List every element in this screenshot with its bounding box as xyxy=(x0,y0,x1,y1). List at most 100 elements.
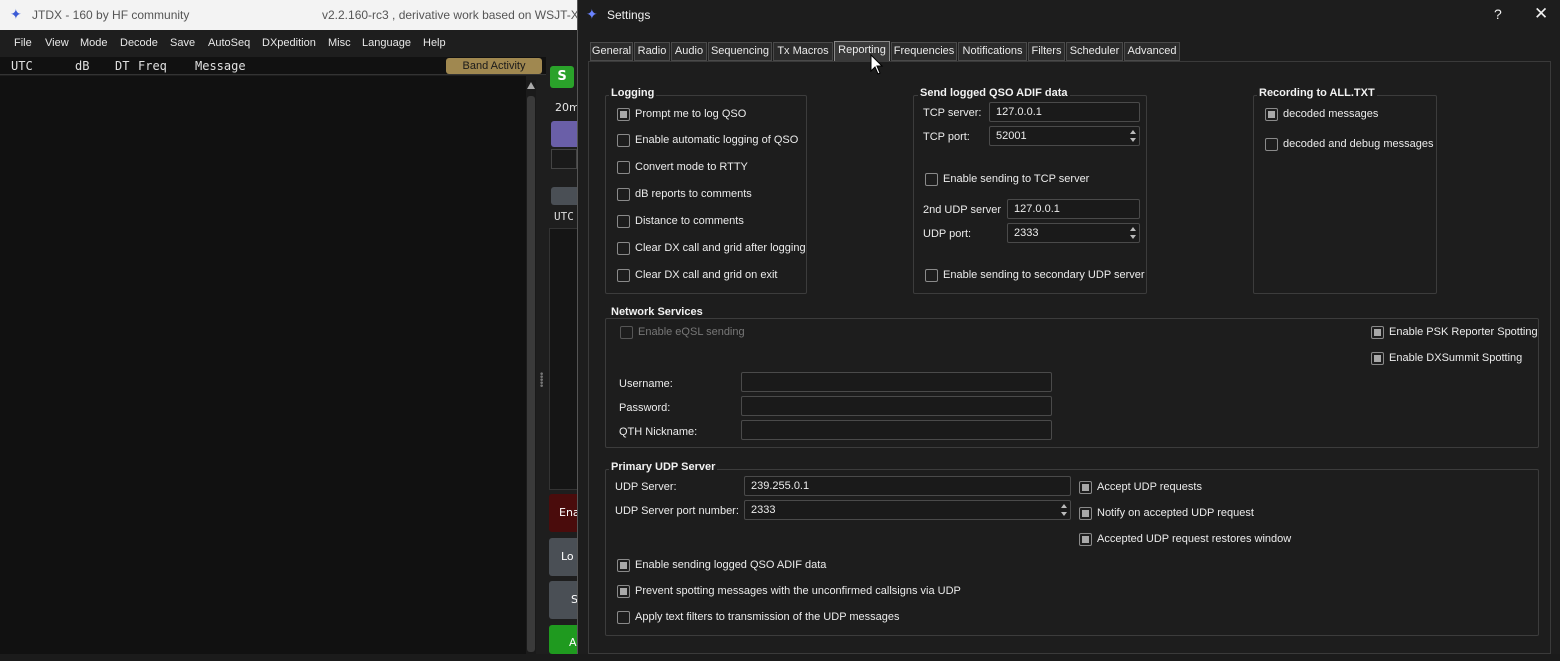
checkbox-box[interactable] xyxy=(925,269,938,282)
col-utc: UTC xyxy=(11,59,33,73)
qth-nickname-input[interactable] xyxy=(741,420,1052,440)
tcp-port-spinbox[interactable]: 52001 xyxy=(989,126,1140,146)
checkbox-box[interactable] xyxy=(617,134,630,147)
menu-file[interactable]: File xyxy=(14,37,32,49)
s-button[interactable]: S xyxy=(550,66,574,88)
username-label: Username: xyxy=(619,378,673,390)
rx-pane-fragment xyxy=(549,228,578,490)
tab-frequencies[interactable]: Frequencies xyxy=(891,42,957,61)
purple-button[interactable] xyxy=(551,121,577,147)
checkbox-box[interactable] xyxy=(617,188,630,201)
sliver-button[interactable] xyxy=(551,187,577,205)
primary-udp-title: Primary UDP Server xyxy=(609,461,718,473)
tab-scheduler[interactable]: Scheduler xyxy=(1066,42,1123,61)
tab-tx-macros[interactable]: Tx Macros xyxy=(773,42,833,61)
help-icon[interactable]: ? xyxy=(1494,6,1502,22)
checkbox-box[interactable] xyxy=(617,215,630,228)
utc-fragment: UTC xyxy=(551,210,578,226)
checkbox-box[interactable] xyxy=(617,161,630,174)
scroll-up-arrow-icon[interactable] xyxy=(527,82,535,89)
close-icon[interactable]: ✕ xyxy=(1534,4,1548,24)
checkbox-box[interactable] xyxy=(1265,138,1278,151)
udp-server-port-spinbox[interactable]: 2333 xyxy=(744,500,1071,520)
settings-dialog: ✦ Settings ? ✕ General Radio Audio Seque… xyxy=(577,0,1560,654)
main-title-bar: ✦ JTDX - 160 by HF community v2.2.160-rc… xyxy=(0,0,579,30)
menu-language[interactable]: Language xyxy=(362,37,411,49)
tab-radio[interactable]: Radio xyxy=(634,42,670,61)
stop-button[interactable]: S xyxy=(549,581,578,619)
recording-group xyxy=(1253,95,1437,294)
spin-arrows-icon[interactable] xyxy=(1127,127,1139,145)
band-activity-button[interactable]: Band Activity xyxy=(446,58,542,74)
checkbox-box[interactable] xyxy=(1265,108,1278,121)
tcp-port-label: TCP port: xyxy=(923,131,970,143)
tab-audio[interactable]: Audio xyxy=(671,42,707,61)
jtdx-logo-icon: ✦ xyxy=(10,6,22,22)
checkbox-box[interactable] xyxy=(1079,533,1092,546)
menu-help[interactable]: Help xyxy=(423,37,446,49)
col-freq: Freq xyxy=(138,59,167,73)
checkbox-box[interactable] xyxy=(617,242,630,255)
menu-misc[interactable]: Misc xyxy=(328,37,351,49)
band-activity-pane[interactable] xyxy=(0,76,526,654)
checkbox-box[interactable] xyxy=(1371,326,1384,339)
adif-group xyxy=(913,95,1147,294)
spin-arrows-icon[interactable] xyxy=(1127,224,1139,242)
checkbox-box[interactable] xyxy=(1079,481,1092,494)
decode-scrollbar[interactable] xyxy=(526,80,536,654)
checkbox-box[interactable] xyxy=(617,108,630,121)
menu-dxpedition[interactable]: DXpedition xyxy=(262,37,316,49)
checkbox-box[interactable] xyxy=(617,611,630,624)
scrollbar-thumb[interactable] xyxy=(527,96,535,652)
tcp-server-input[interactable]: 127.0.0.1 xyxy=(989,102,1140,122)
splitter-grip-icon: • • • • • xyxy=(539,370,545,392)
mouse-cursor-icon xyxy=(870,54,884,75)
network-services-title: Network Services xyxy=(609,306,705,318)
logging-group-title: Logging xyxy=(609,87,657,99)
checkbox-box[interactable] xyxy=(1371,352,1384,365)
recording-group-title: Recording to ALL.TXT xyxy=(1257,87,1377,99)
password-input[interactable] xyxy=(741,396,1052,416)
menu-decode[interactable]: Decode xyxy=(120,37,158,49)
col-message: Message xyxy=(195,59,246,73)
udp2-server-label: 2nd UDP server xyxy=(923,204,1002,216)
udp-server-label: UDP Server: xyxy=(615,481,677,493)
band-label: 20m xyxy=(550,100,580,116)
udp-port-label: UDP port: xyxy=(923,228,972,240)
spin-arrows-icon[interactable] xyxy=(1058,501,1070,519)
tab-notifications[interactable]: Notifications xyxy=(958,42,1027,61)
menu-view[interactable]: View xyxy=(45,37,69,49)
checkbox-box[interactable] xyxy=(617,269,630,282)
log-button[interactable]: Lo xyxy=(549,538,578,576)
udp-server-port-label: UDP Server port number: xyxy=(615,505,739,517)
checkbox-box[interactable] xyxy=(617,559,630,572)
checkbox-box[interactable] xyxy=(617,585,630,598)
tab-sequencing[interactable]: Sequencing xyxy=(708,42,772,61)
col-db: dB xyxy=(75,59,90,73)
checkbox-box xyxy=(620,326,633,339)
tcp-server-label: TCP server: xyxy=(923,107,982,119)
settings-title: Settings xyxy=(607,8,651,22)
udp-port-spinbox[interactable]: 2333 xyxy=(1007,223,1140,243)
tab-advanced[interactable]: Advanced xyxy=(1124,42,1180,61)
udp2-server-input[interactable]: 127.0.0.1 xyxy=(1007,199,1140,219)
auto-button[interactable]: A xyxy=(549,625,578,654)
checkbox-box[interactable] xyxy=(925,173,938,186)
sliver-field[interactable] xyxy=(551,149,577,169)
main-window-title: JTDX - 160 by HF community xyxy=(32,8,190,22)
pane-splitter[interactable]: • • • • • xyxy=(536,76,546,654)
menu-save[interactable]: Save xyxy=(170,37,195,49)
checkbox-box[interactable] xyxy=(1079,507,1092,520)
menu-mode[interactable]: Mode xyxy=(80,37,108,49)
jtdx-main-window: ✦ JTDX - 160 by HF community v2.2.160-rc… xyxy=(0,0,580,654)
tab-filters[interactable]: Filters xyxy=(1028,42,1065,61)
col-dt: DT xyxy=(115,59,130,73)
adif-group-title: Send logged QSO ADIF data xyxy=(918,87,1070,99)
enable-tx-button[interactable]: Ena xyxy=(549,494,580,532)
password-label: Password: xyxy=(619,402,671,414)
tab-general[interactable]: General xyxy=(590,42,633,61)
username-input[interactable] xyxy=(741,372,1052,392)
udp-server-input[interactable]: 239.255.0.1 xyxy=(744,476,1071,496)
settings-title-bar: ✦ Settings ? ✕ xyxy=(578,0,1560,30)
menu-autoseq[interactable]: AutoSeq xyxy=(208,37,250,49)
